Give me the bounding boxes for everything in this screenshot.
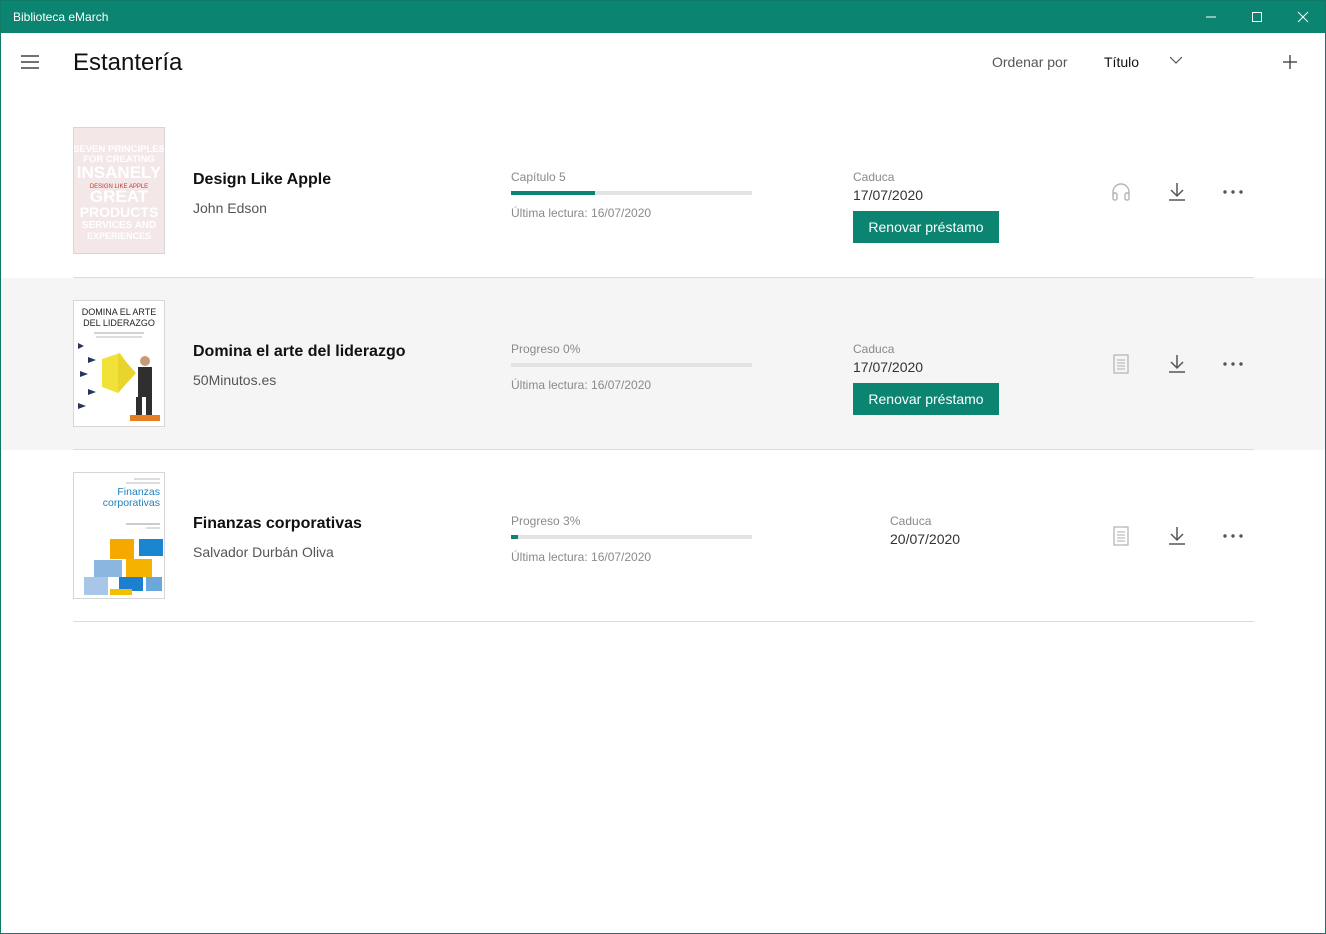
maximize-icon (1252, 12, 1262, 22)
sort-value: Título (1104, 54, 1140, 70)
cover-line: corporativas (103, 497, 160, 509)
book-title[interactable]: Finanzas corporativas (193, 515, 362, 533)
cover-art: Finanzas corporativas (74, 473, 164, 598)
cover-art: SEVEN PRINCIPLES FOR CREATING INSANELY D… (74, 128, 164, 253)
progress-label: Progreso 3% (511, 514, 581, 528)
cover-line: DEL LIDERAZGO (83, 318, 155, 328)
plus-icon (1283, 55, 1297, 69)
last-read: Última lectura: 16/07/2020 (511, 206, 652, 220)
app-window: Biblioteca eMarch Estantería Ordenar por… (0, 0, 1326, 934)
cover-line: SERVICES AND (82, 220, 156, 231)
headphones-icon (1112, 183, 1130, 201)
more-options-button[interactable] (1217, 348, 1249, 380)
book-title[interactable]: Domina el arte del liderazgo (193, 343, 406, 361)
listen-button[interactable] (1105, 176, 1137, 208)
book-author: John Edson (193, 200, 267, 216)
book-author: 50Minutos.es (193, 372, 277, 388)
last-read: Última lectura: 16/07/2020 (511, 550, 652, 564)
maximize-button[interactable] (1234, 1, 1280, 33)
add-button[interactable] (1275, 47, 1305, 77)
progress-label: Progreso 0% (511, 342, 581, 356)
chevron-down-icon (1169, 56, 1183, 64)
more-icon (1223, 362, 1243, 366)
document-icon (1113, 354, 1129, 374)
book-author: Salvador Durbán Oliva (193, 544, 334, 560)
close-icon (1297, 11, 1309, 23)
row-divider (73, 621, 1254, 622)
app-title: Biblioteca eMarch (13, 10, 109, 24)
due-label: Caduca (853, 342, 895, 356)
sort-label: Ordenar por (992, 54, 1068, 70)
last-read: Última lectura: 16/07/2020 (511, 378, 652, 392)
renew-loan-button[interactable]: Renovar préstamo (853, 211, 999, 243)
book-cover[interactable]: SEVEN PRINCIPLES FOR CREATING INSANELY D… (73, 127, 165, 254)
book-cover[interactable]: Finanzas corporativas (73, 472, 165, 599)
download-icon (1169, 527, 1185, 545)
minimize-icon (1206, 16, 1216, 18)
more-options-button[interactable] (1217, 176, 1249, 208)
book-row[interactable]: Finanzas corporativas Finanzas corporati… (1, 450, 1325, 622)
due-date: 17/07/2020 (853, 359, 924, 375)
progress-label: Capítulo 5 (511, 170, 566, 184)
cover-line: PRODUCTS (80, 204, 159, 220)
progress-bar (511, 535, 752, 539)
close-button[interactable] (1280, 1, 1326, 33)
due-label: Caduca (853, 170, 895, 184)
download-button[interactable] (1161, 520, 1193, 552)
renew-loan-button[interactable]: Renovar préstamo (853, 383, 999, 415)
progress-bar (511, 191, 752, 195)
download-button[interactable] (1161, 348, 1193, 380)
cover-line: INSANELY (77, 163, 162, 182)
download-icon (1169, 183, 1185, 201)
book-cover[interactable]: DOMINA EL ARTE DEL LIDERAZGO (73, 300, 165, 427)
cover-line: DOMINA EL ARTE (82, 307, 157, 317)
more-icon (1223, 190, 1243, 194)
progress-bar (511, 363, 752, 367)
read-button[interactable] (1105, 520, 1137, 552)
progress-fill (511, 535, 519, 539)
title-bar: Biblioteca eMarch (1, 1, 1325, 33)
document-icon (1113, 526, 1129, 546)
download-button[interactable] (1161, 176, 1193, 208)
read-button[interactable] (1105, 348, 1137, 380)
sort-dropdown[interactable]: Título (1097, 47, 1193, 77)
progress-fill (511, 191, 596, 195)
minimize-button[interactable] (1188, 1, 1234, 33)
hamburger-icon (21, 55, 39, 69)
cover-line: EXPERIENCES (87, 231, 151, 241)
more-icon (1223, 534, 1243, 538)
book-title[interactable]: Design Like Apple (193, 171, 331, 189)
book-row[interactable]: SEVEN PRINCIPLES FOR CREATING INSANELY D… (1, 105, 1325, 277)
page-title: Estantería (73, 49, 183, 76)
book-row[interactable]: DOMINA EL ARTE DEL LIDERAZGO Domina el a… (1, 278, 1325, 450)
menu-button[interactable] (15, 47, 45, 77)
download-icon (1169, 355, 1185, 373)
cover-art: DOMINA EL ARTE DEL LIDERAZGO (74, 301, 164, 426)
due-date: 20/07/2020 (890, 531, 961, 547)
more-options-button[interactable] (1217, 520, 1249, 552)
due-date: 17/07/2020 (853, 187, 924, 203)
due-label: Caduca (890, 514, 932, 528)
